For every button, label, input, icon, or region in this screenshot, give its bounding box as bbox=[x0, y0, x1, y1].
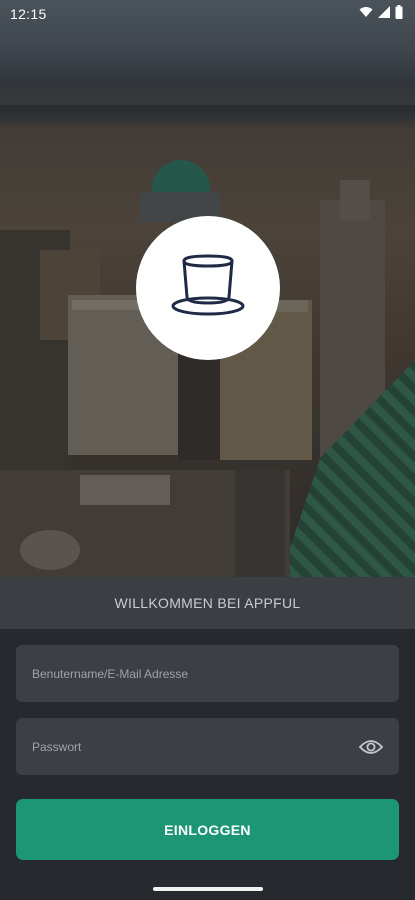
signal-icon bbox=[378, 5, 390, 23]
top-hat-icon bbox=[170, 248, 246, 329]
login-button[interactable]: EINLOGGEN bbox=[16, 799, 399, 860]
status-bar: 12:15 bbox=[0, 0, 415, 28]
username-input[interactable] bbox=[32, 666, 383, 681]
eye-icon[interactable] bbox=[359, 735, 383, 759]
login-form: EINLOGGEN bbox=[0, 629, 415, 900]
wifi-icon bbox=[359, 5, 373, 23]
app-logo bbox=[136, 216, 280, 360]
home-indicator[interactable] bbox=[153, 887, 263, 891]
status-time: 12:15 bbox=[10, 6, 47, 22]
welcome-banner: WILLKOMMEN BEI APPFUL bbox=[0, 577, 415, 629]
password-field[interactable] bbox=[16, 718, 399, 775]
password-input[interactable] bbox=[32, 739, 383, 754]
battery-icon bbox=[395, 4, 403, 24]
status-icons bbox=[359, 4, 403, 24]
welcome-text: WILLKOMMEN BEI APPFUL bbox=[114, 595, 301, 611]
username-field[interactable] bbox=[16, 645, 399, 702]
